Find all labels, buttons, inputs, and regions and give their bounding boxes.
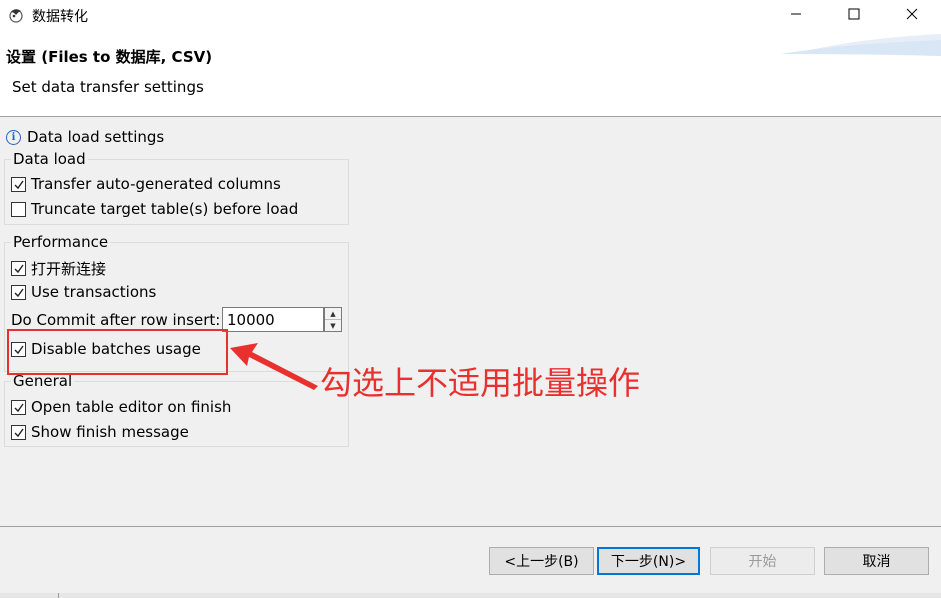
wizard-header: 设置 (Files to 数据库, CSV) Set data transfer… (0, 30, 941, 117)
window-title: 数据转化 (32, 9, 88, 25)
commit-row-count-spinner[interactable]: ▲ ▼ (324, 307, 342, 332)
title-bar: 数据转化 (0, 0, 941, 30)
back-button[interactable]: <上一步(B) (489, 547, 594, 575)
data-load-group: Data load Transfer auto-generated column… (4, 150, 349, 225)
settings-section-label: Data load settings (27, 128, 165, 146)
dbeaver-icon (7, 6, 25, 24)
cancel-button[interactable]: 取消 (824, 547, 929, 575)
settings-section-header: i Data load settings (6, 128, 164, 146)
performance-group-label: Performance (11, 233, 111, 251)
next-button[interactable]: 下一步(N)> (597, 547, 700, 575)
annotation-highlight-box (7, 329, 228, 375)
show-finish-message-checkbox[interactable]: Show finish message (11, 423, 189, 441)
checkbox-checked-icon[interactable] (11, 424, 26, 440)
checkbox-checked-icon[interactable] (11, 176, 26, 192)
minimize-button[interactable] (767, 0, 825, 30)
maximize-icon (848, 6, 860, 24)
page-title: 设置 (Files to 数据库, CSV) (6, 48, 213, 66)
start-button[interactable]: 开始 (710, 547, 815, 575)
truncate-target-checkbox[interactable]: Truncate target table(s) before load (11, 200, 298, 218)
maximize-button[interactable] (825, 0, 883, 30)
checkbox-checked-icon[interactable] (11, 399, 26, 415)
show-finish-message-label: Show finish message (31, 423, 189, 441)
minimize-icon (790, 6, 802, 24)
footer-divider (0, 526, 941, 527)
page-description: Set data transfer settings (12, 78, 204, 96)
close-button[interactable] (883, 0, 941, 30)
spin-down-icon[interactable]: ▼ (325, 320, 341, 332)
data-load-group-label: Data load (11, 150, 88, 168)
annotation-text: 勾选上不适用批量操作 (320, 364, 641, 402)
truncate-target-label: Truncate target table(s) before load (31, 200, 299, 218)
open-new-connection-checkbox[interactable]: 打开新连接 (11, 258, 106, 279)
close-icon (906, 6, 918, 24)
transfer-auto-generated-label: Transfer auto-generated columns (31, 175, 281, 193)
spin-up-icon[interactable]: ▲ (325, 308, 341, 320)
transfer-auto-generated-checkbox[interactable]: Transfer auto-generated columns (11, 175, 281, 193)
checkbox-unchecked-icon[interactable] (11, 201, 26, 217)
use-transactions-checkbox[interactable]: Use transactions (11, 283, 156, 301)
open-table-editor-label: Open table editor on finish (31, 398, 232, 416)
open-table-editor-checkbox[interactable]: Open table editor on finish (11, 398, 231, 416)
commit-row-count-input[interactable] (222, 307, 324, 332)
checkbox-checked-icon[interactable] (11, 284, 26, 300)
open-new-connection-label: 打开新连接 (31, 260, 107, 278)
general-group: General Open table editor on finish Show… (4, 372, 349, 447)
checkbox-checked-icon[interactable] (11, 261, 26, 276)
header-decoration (781, 34, 941, 56)
status-bar (0, 593, 941, 598)
info-icon: i (6, 129, 21, 145)
use-transactions-label: Use transactions (31, 283, 157, 301)
status-bar-divider (58, 593, 59, 598)
commit-after-row-label: Do Commit after row insert: (11, 311, 221, 329)
